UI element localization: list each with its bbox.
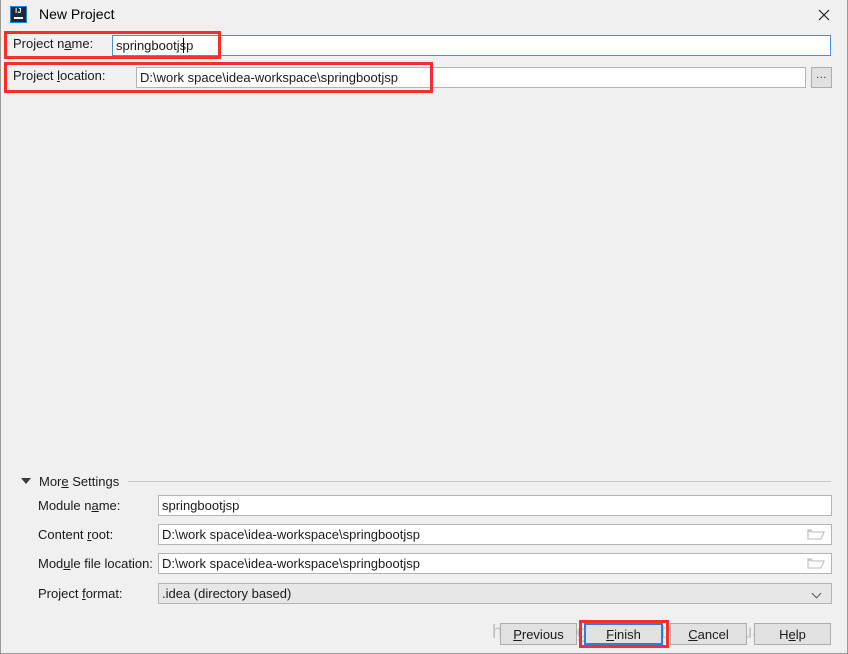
close-button[interactable] <box>801 0 846 29</box>
help-button[interactable]: Help <box>754 623 831 645</box>
project-format-value: .idea (directory based) <box>162 586 292 601</box>
project-format-label: Project format: <box>38 586 123 601</box>
browse-button[interactable]: ... <box>811 67 832 88</box>
app-icon-letters: IJ <box>15 8 22 15</box>
project-format-select[interactable]: .idea (directory based) <box>158 583 832 604</box>
section-divider <box>128 480 831 482</box>
project-location-label-wrap: Project location: <box>13 68 106 83</box>
folder-icon <box>807 529 825 540</box>
project-name-label-wrap: Project name: <box>13 36 93 51</box>
new-project-dialog: IJ New Project Project name: Project loc… <box>0 0 848 654</box>
project-name-label: Project name: <box>13 36 94 51</box>
cancel-button[interactable]: Cancel <box>670 623 747 645</box>
module-file-location-folder-icon[interactable] <box>807 556 825 571</box>
content-root-input[interactable] <box>158 524 832 545</box>
previous-button[interactable]: Previous <box>500 623 577 645</box>
window-title: New Project <box>39 6 115 22</box>
help-button-label: Help <box>779 626 806 642</box>
text-caret <box>183 38 184 53</box>
chevron-down-icon <box>813 589 822 598</box>
intellij-idea-icon: IJ <box>10 6 27 23</box>
module-name-input[interactable] <box>158 495 832 516</box>
finish-button[interactable]: Finish <box>584 623 663 645</box>
module-file-location-label: Module file location: <box>38 556 153 571</box>
project-name-input[interactable] <box>112 35 831 56</box>
module-name-label: Module name: <box>38 498 121 513</box>
finish-button-label: Finish <box>606 626 641 642</box>
cancel-button-label: Cancel <box>688 626 729 642</box>
ellipsis-icon: ... <box>816 69 827 81</box>
app-icon-underline <box>14 17 23 19</box>
folder-icon <box>807 558 825 569</box>
close-icon <box>818 9 829 20</box>
previous-button-label: Previous <box>513 626 564 642</box>
title-bar: IJ New Project <box>1 0 847 29</box>
more-settings-header[interactable]: More Settings <box>21 473 831 489</box>
content-root-label: Content root: <box>38 527 114 542</box>
module-file-location-input[interactable] <box>158 553 832 574</box>
content-root-folder-icon[interactable] <box>807 527 825 542</box>
project-location-label: Project location: <box>13 68 106 83</box>
triangle-down-icon[interactable] <box>21 478 31 484</box>
project-location-input[interactable] <box>136 67 806 88</box>
more-settings-label: More Settings <box>39 473 120 489</box>
